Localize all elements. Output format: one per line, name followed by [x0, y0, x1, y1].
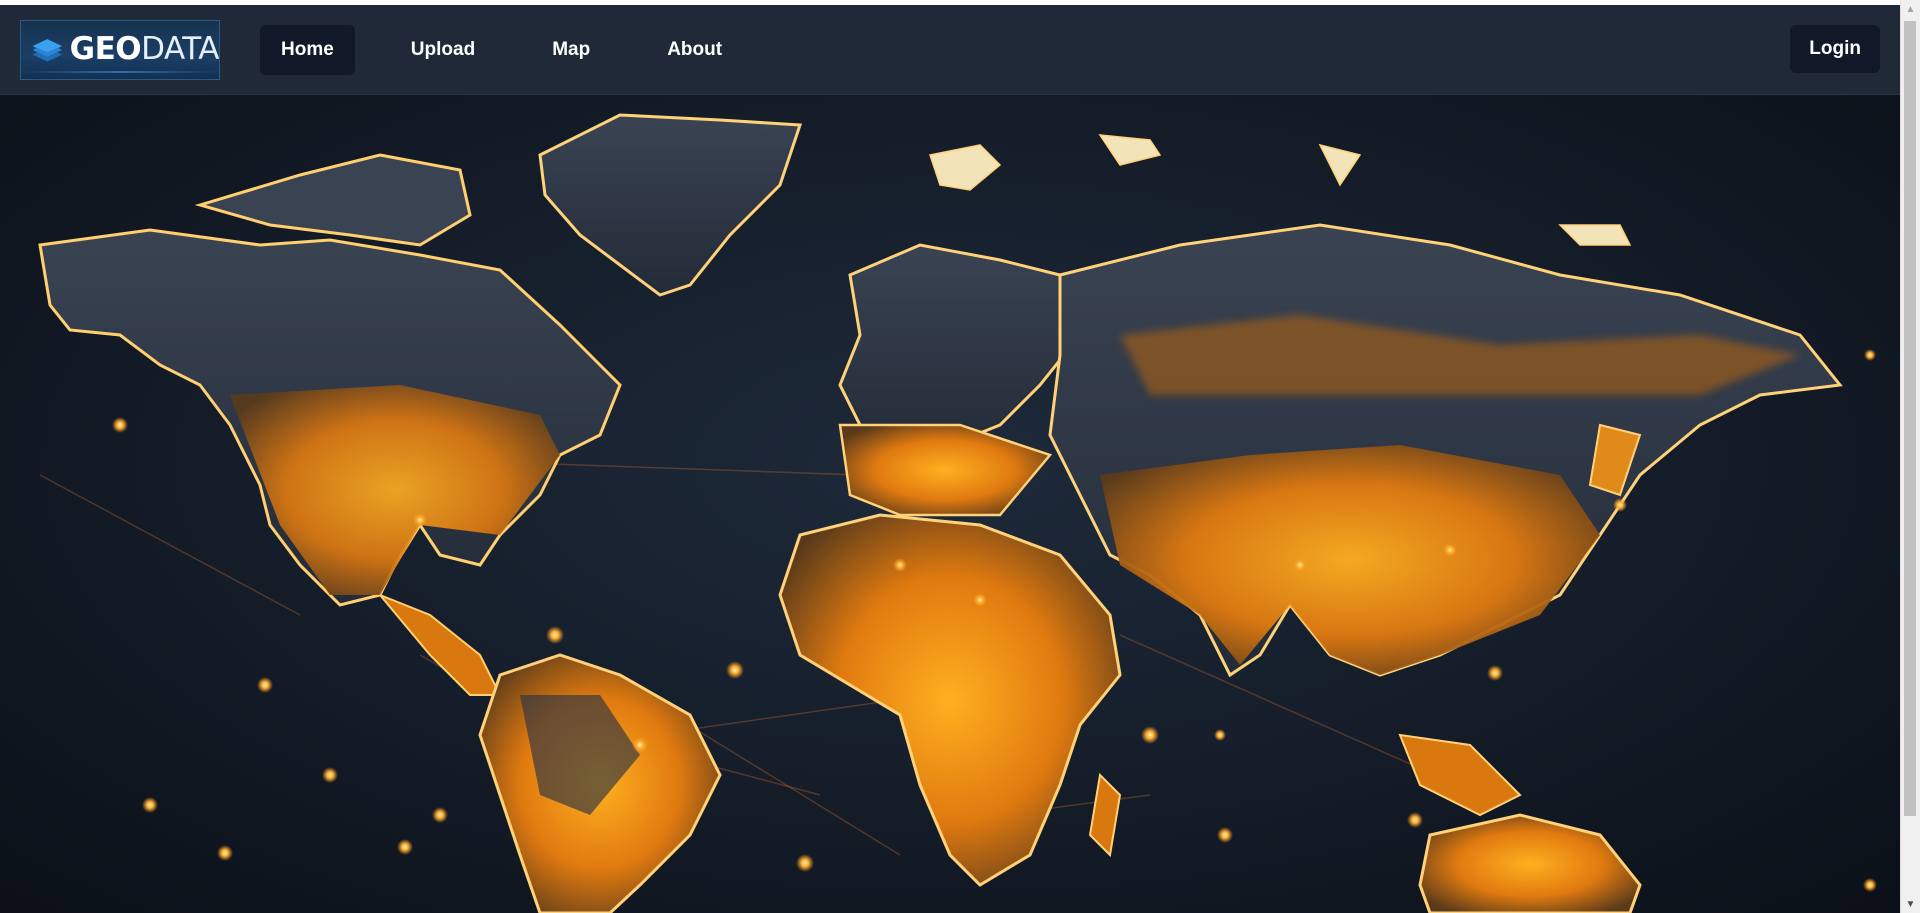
nav-upload[interactable]: Upload — [390, 25, 496, 75]
scroll-down-arrow-icon[interactable]: ▼ — [1901, 895, 1920, 913]
layers-icon — [32, 38, 63, 62]
scroll-thumb[interactable] — [1904, 21, 1916, 816]
login-button[interactable]: Login — [1790, 25, 1880, 73]
geodata-logo[interactable]: GEODATA — [20, 19, 220, 80]
logo-wordmark: GEODATA — [70, 34, 219, 65]
hero-world-map — [0, 95, 1900, 913]
nav-about[interactable]: About — [646, 25, 743, 75]
south-america — [478, 653, 722, 913]
asia — [1048, 223, 1843, 817]
top-navbar: GEODATA Home Upload Map About Login — [0, 5, 1900, 95]
world-map-image — [38, 113, 1877, 913]
arctic-islands — [929, 134, 1632, 246]
page-scrollbar[interactable]: ▲ ▼ — [1900, 0, 1920, 913]
nav-home[interactable]: Home — [260, 24, 355, 75]
nav-map[interactable]: Map — [531, 25, 611, 75]
europe — [838, 243, 1082, 517]
nav-links: Home Upload Map About — [260, 24, 778, 75]
logo-wordmark-light: DATA — [141, 31, 219, 67]
logo-wordmark-bold: GEO — [69, 31, 142, 67]
scroll-up-arrow-icon[interactable]: ▲ — [1901, 0, 1920, 18]
australia — [1418, 813, 1642, 913]
africa — [778, 513, 1122, 887]
greenland — [538, 113, 803, 297]
browser-viewport: GEODATA Home Upload Map About Login — [0, 0, 1900, 913]
